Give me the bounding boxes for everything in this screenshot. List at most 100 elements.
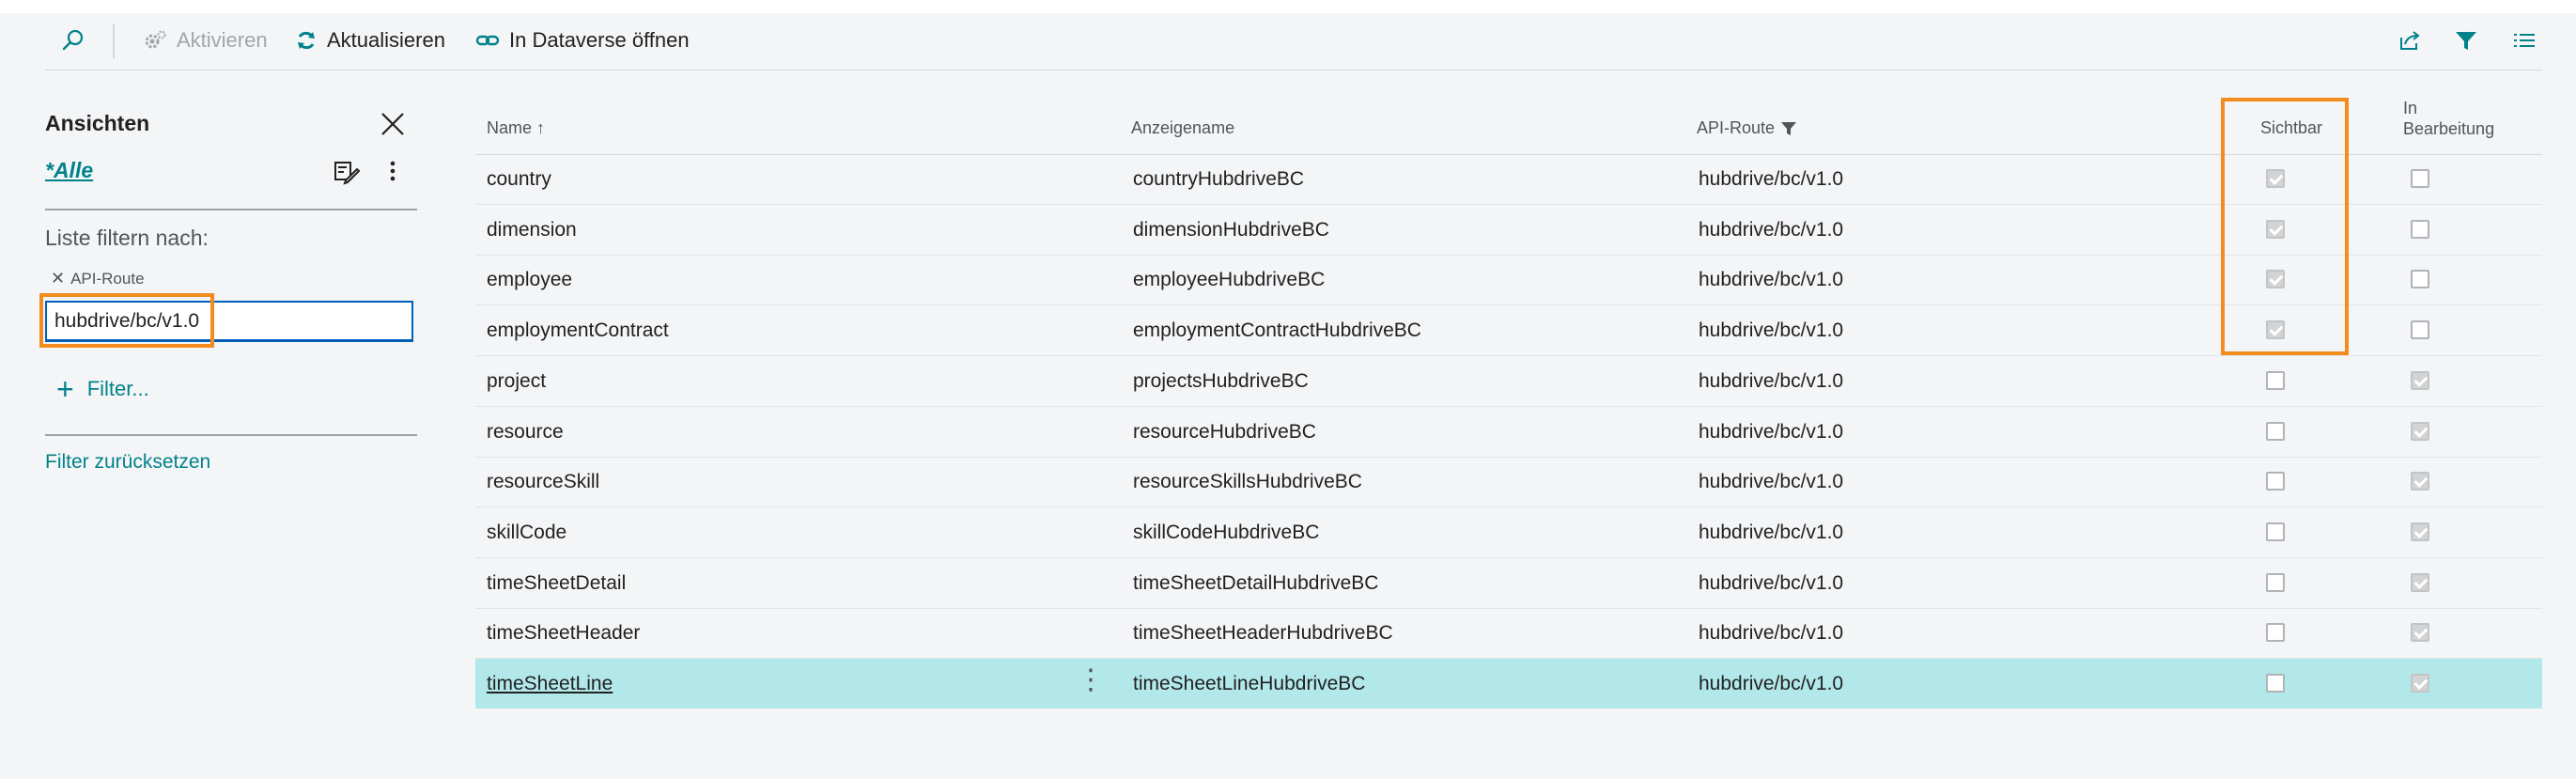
- editing-checkbox[interactable]: [2411, 169, 2429, 188]
- column-header-name[interactable]: Name ↑: [487, 118, 545, 138]
- cell-name[interactable]: timeSheetDetail: [487, 558, 626, 608]
- cell-name[interactable]: employmentContract: [487, 305, 669, 355]
- visible-checkbox[interactable]: [2266, 219, 2285, 239]
- table-row[interactable]: employee employeeHubdriveBC hubdrive/bc/v1…: [475, 255, 2542, 306]
- filter-pane: Ansichten *Alle Liste filtern nach: ✕ AP…: [39, 85, 417, 779]
- table-row[interactable]: skillCode skillCodeHubdriveBC hubdrive/bc/…: [475, 507, 2542, 558]
- cell-name[interactable]: resource: [487, 407, 564, 457]
- cell-name[interactable]: skillCode: [487, 507, 566, 557]
- pane-divider: [45, 209, 417, 210]
- toolbar-separator: [113, 24, 115, 58]
- view-more-options[interactable]: [383, 158, 402, 186]
- table-row[interactable]: resource resourceHubdriveBC hubdrive/bc/v1…: [475, 407, 2542, 458]
- add-filter-label: Filter...: [86, 377, 149, 400]
- visible-checkbox[interactable]: [2266, 674, 2285, 693]
- filter-field-label: API-Route: [70, 269, 145, 288]
- visible-checkbox[interactable]: [2266, 320, 2285, 340]
- editing-checkbox[interactable]: [2411, 472, 2429, 491]
- close-icon: [381, 113, 404, 135]
- editing-checkbox[interactable]: [2411, 674, 2429, 693]
- more-vertical-icon: [390, 161, 396, 181]
- cell-name[interactable]: timeSheetHeader: [487, 608, 640, 658]
- visible-checkbox[interactable]: [2266, 421, 2285, 441]
- cell-api-route: hubdrive/bc/v1.0: [1699, 571, 1844, 594]
- column-header-display-name[interactable]: Anzeigename: [1131, 118, 1234, 138]
- cell-api-route: hubdrive/bc/v1.0: [1699, 521, 1844, 543]
- column-header-visible[interactable]: Sichtbar: [2260, 118, 2322, 138]
- refresh-button[interactable]: Aktualisieren: [295, 26, 445, 55]
- cell-api-route: hubdrive/bc/v1.0: [1699, 319, 1844, 342]
- visible-checkbox[interactable]: [2266, 169, 2285, 188]
- cell-api-route: hubdrive/bc/v1.0: [1699, 673, 1844, 694]
- add-filter-button[interactable]: + Filter...: [56, 374, 149, 404]
- cell-name[interactable]: dimension: [487, 205, 577, 255]
- table-row[interactable]: country countryHubdriveBC hubdrive/bc/v1.0: [475, 154, 2542, 205]
- table-row[interactable]: timeSheetHeader timeSheetHeaderHubdriveBC…: [475, 608, 2542, 660]
- view-all-link[interactable]: *Alle: [45, 158, 93, 183]
- editing-checkbox[interactable]: [2411, 370, 2429, 390]
- cell-display-name: resourceSkillsHubdriveBC: [1133, 471, 1362, 493]
- edit-view-button[interactable]: [333, 158, 361, 186]
- visible-checkbox[interactable]: [2266, 572, 2285, 592]
- cell-api-route: hubdrive/bc/v1.0: [1699, 218, 1844, 241]
- cell-name[interactable]: employee: [487, 255, 572, 304]
- filter-toggle-button[interactable]: [2454, 26, 2478, 55]
- edit-view-icon: [334, 162, 361, 185]
- cell-api-route: hubdrive/bc/v1.0: [1699, 471, 1844, 493]
- cell-display-name: timeSheetHeaderHubdriveBC: [1133, 622, 1393, 645]
- column-header-editing[interactable]: In Bearbeitung: [2403, 98, 2494, 139]
- editing-checkbox[interactable]: [2411, 572, 2429, 592]
- editing-checkbox[interactable]: [2411, 270, 2429, 289]
- search-button[interactable]: [60, 26, 86, 55]
- table-row[interactable]: resourceSkill resourceSkillsHubdriveBC hub…: [475, 457, 2542, 508]
- open-in-dataverse-button[interactable]: In Dataverse öffnen: [475, 26, 690, 55]
- cell-name[interactable]: project: [487, 356, 546, 406]
- list-view-button[interactable]: [2512, 26, 2537, 55]
- visible-checkbox[interactable]: [2266, 472, 2285, 491]
- editing-checkbox[interactable]: [2411, 320, 2429, 340]
- remove-filter-icon[interactable]: ✕: [51, 269, 65, 288]
- list-icon: [2514, 34, 2535, 47]
- cell-display-name: countryHubdriveBC: [1133, 168, 1305, 190]
- visible-checkbox[interactable]: [2266, 522, 2285, 541]
- filter-chip: ✕ API-Route: [51, 269, 145, 288]
- editing-checkbox[interactable]: [2411, 522, 2429, 541]
- cell-name[interactable]: timeSheetLine: [487, 659, 613, 709]
- share-button[interactable]: [2398, 26, 2422, 55]
- cell-api-route: hubdrive/bc/v1.0: [1699, 269, 1844, 291]
- activate-button[interactable]: Aktivieren: [143, 26, 268, 55]
- editing-checkbox[interactable]: [2411, 623, 2429, 643]
- row-more-options-icon[interactable]: ⋮: [1077, 666, 1105, 694]
- link-icon: [475, 35, 500, 46]
- cell-display-name: employmentContractHubdriveBC: [1133, 319, 1421, 342]
- gear-icon: [145, 30, 166, 49]
- visible-checkbox[interactable]: [2266, 270, 2285, 289]
- column-name-label: Name: [487, 118, 533, 137]
- table-row[interactable]: project projectsHubdriveBC hubdrive/bc/v1.…: [475, 356, 2542, 407]
- visible-checkbox[interactable]: [2266, 370, 2285, 390]
- close-pane-button[interactable]: [378, 109, 408, 139]
- editing-checkbox[interactable]: [2411, 219, 2429, 239]
- share-icon: [2400, 31, 2420, 50]
- reset-filters-link[interactable]: Filter zurücksetzen: [45, 451, 210, 474]
- column-header-api-route[interactable]: API-Route: [1697, 118, 1797, 138]
- table-row[interactable]: dimension dimensionHubdriveBC hubdrive/bc/…: [475, 205, 2542, 256]
- cell-display-name: employeeHubdriveBC: [1133, 269, 1326, 291]
- table-header: Name ↑ Anzeigename API-Route Sichtbar In…: [475, 90, 2542, 155]
- plus-icon: +: [56, 372, 74, 406]
- table-row[interactable]: timeSheetDetail timeSheetDetailHubdriveBC…: [475, 558, 2542, 609]
- cell-display-name: dimensionHubdriveBC: [1133, 218, 1329, 241]
- visible-checkbox[interactable]: [2266, 623, 2285, 643]
- cell-name[interactable]: resourceSkill: [487, 457, 599, 506]
- api-route-filter-input[interactable]: [45, 301, 413, 342]
- cell-name[interactable]: country: [487, 154, 551, 204]
- table-row[interactable]: employmentContract employmentContractHubd…: [475, 305, 2542, 357]
- cell-display-name: resourceHubdriveBC: [1133, 420, 1316, 443]
- editing-checkbox[interactable]: [2411, 421, 2429, 441]
- column-editing-label-line2: Bearbeitung: [2403, 119, 2495, 138]
- pane-title: Ansichten: [45, 111, 150, 135]
- table-row[interactable]: timeSheetLine timeSheetLineHubdriveBC hubd…: [475, 659, 2542, 709]
- refresh-label: Aktualisieren: [327, 28, 445, 52]
- cell-display-name: timeSheetDetailHubdriveBC: [1133, 571, 1379, 594]
- column-editing-label-line1: In: [2403, 99, 2418, 117]
